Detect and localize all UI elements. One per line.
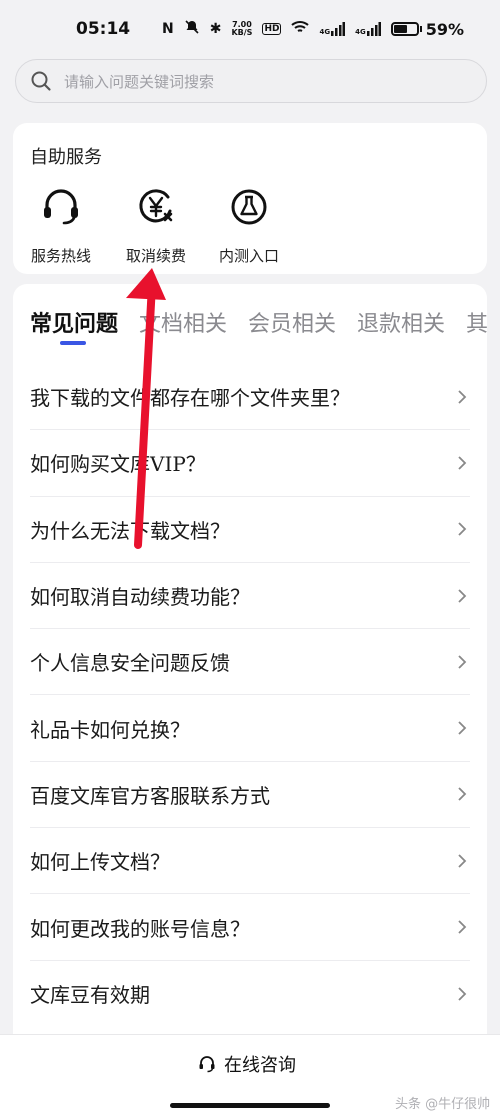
tab-documents[interactable]: 文档相关: [139, 306, 227, 338]
chevron-right-icon: [458, 655, 467, 669]
tab-refunds[interactable]: 退款相关: [357, 306, 445, 338]
beta-entry-label: 内测入口: [218, 247, 279, 265]
faq-item[interactable]: 如何更改我的账号信息？: [30, 894, 470, 961]
faq-item[interactable]: 百度文库官方客服联系方式: [30, 762, 470, 829]
status-bar: 05:14 N ✱ 7.00 KB/S HD 4G 4G 59%: [0, 0, 500, 58]
faq-item[interactable]: 如何上传文档？: [30, 828, 470, 895]
home-indicator[interactable]: [170, 1103, 330, 1108]
active-tab-indicator: [60, 341, 86, 345]
faq-question: 为什么无法下载文档？: [30, 518, 230, 543]
tab-common-questions[interactable]: 常见问题: [30, 306, 118, 338]
chevron-right-icon: [458, 920, 467, 934]
faq-item[interactable]: 文库豆有效期: [30, 961, 470, 1027]
search-placeholder: 请输入问题关键词搜索: [64, 72, 215, 91]
faq-item[interactable]: 如何购买文库VIP？: [30, 430, 470, 497]
signal-label-1: 4G: [319, 28, 331, 36]
status-time: 05:14: [76, 19, 131, 39]
mute-bell-icon: [184, 19, 200, 39]
tab-other[interactable]: 其他: [466, 306, 487, 338]
faq-list: 我下载的文件都存在哪个文件夹里？ 如何购买文库VIP？ 为什么无法下载文档？ 如…: [30, 364, 470, 1027]
beta-entry-button[interactable]: 内测入口: [209, 185, 289, 266]
nfc-icon: N: [162, 21, 174, 37]
signal-icon-2: 4G: [355, 22, 381, 36]
online-consult-button[interactable]: 在线咨询: [198, 1051, 296, 1077]
bluetooth-icon: ✱: [209, 21, 222, 37]
net-speed-unit: KB/S: [231, 28, 253, 37]
chevron-right-icon: [458, 456, 467, 470]
faq-question: 礼品卡如何兑换？: [30, 717, 190, 742]
chevron-right-icon: [458, 854, 467, 868]
search-icon: [31, 71, 51, 91]
faq-question: 个人信息安全问题反馈: [30, 651, 230, 676]
watermark: 头条 @牛仔很帅: [395, 1097, 491, 1112]
tab-membership[interactable]: 会员相关: [248, 306, 336, 338]
chevron-right-icon: [458, 987, 467, 1001]
faq-item[interactable]: 为什么无法下载文档？: [30, 497, 470, 563]
network-speed: 7.00 KB/S: [231, 21, 252, 37]
online-consult-label: 在线咨询: [224, 1055, 296, 1076]
faq-item[interactable]: 礼品卡如何兑换？: [30, 695, 470, 762]
self-service-title: 自助服务: [30, 147, 102, 168]
service-hotline-button[interactable]: 服务热线: [21, 185, 101, 266]
faq-question: 如何购买文库VIP？: [30, 452, 206, 477]
headset-icon: [44, 189, 78, 225]
battery-percent: 59%: [425, 19, 464, 39]
faq-item[interactable]: 我下载的文件都存在哪个文件夹里？: [30, 364, 470, 431]
yen-cancel-icon: [139, 189, 173, 223]
cancel-renewal-label: 取消续费: [125, 247, 186, 265]
chevron-right-icon: [458, 721, 467, 735]
status-icons: N ✱ 7.00 KB/S HD 4G 4G 59%: [162, 19, 464, 39]
wifi-icon: [291, 20, 310, 38]
faq-question: 如何更改我的账号信息？: [30, 916, 250, 941]
signal-icon-1: 4G: [319, 22, 346, 36]
chevron-right-icon: [458, 522, 467, 536]
chevron-right-icon: [458, 390, 467, 404]
faq-tabs: 常见问题 文档相关 会员相关 退款相关 其他: [13, 306, 487, 346]
faq-question: 百度文库官方客服联系方式: [30, 783, 270, 808]
bottom-bar: 在线咨询 头条 @牛仔很帅: [0, 1034, 500, 1117]
faq-item[interactable]: 个人信息安全问题反馈: [30, 629, 470, 696]
headset-icon: [199, 1056, 215, 1073]
search-input[interactable]: 请输入问题关键词搜索: [15, 59, 487, 103]
cancel-renewal-button[interactable]: 取消续费: [116, 185, 196, 266]
signal-label-2: 4G: [355, 28, 366, 36]
faq-question: 如何取消自动续费功能？: [30, 585, 250, 610]
chevron-right-icon: [458, 787, 467, 802]
self-service-card: 自助服务 服务热线 取消续费 内测入口: [13, 123, 487, 274]
service-hotline-label: 服务热线: [30, 247, 91, 265]
faq-question: 我下载的文件都存在哪个文件夹里？: [30, 386, 350, 411]
battery-icon: [390, 22, 419, 36]
faq-item[interactable]: 如何取消自动续费功能？: [30, 563, 470, 630]
faq-question: 如何上传文档？: [30, 850, 170, 875]
faq-card: 常见问题 文档相关 会员相关 退款相关 其他 我下载的文件都存在哪个文件夹里？ …: [13, 284, 487, 1044]
chevron-right-icon: [458, 588, 467, 603]
flask-icon: [231, 189, 267, 225]
faq-question: 文库豆有效期: [30, 983, 150, 1008]
hd-icon: HD: [262, 23, 282, 35]
battery: 59%: [390, 19, 464, 39]
